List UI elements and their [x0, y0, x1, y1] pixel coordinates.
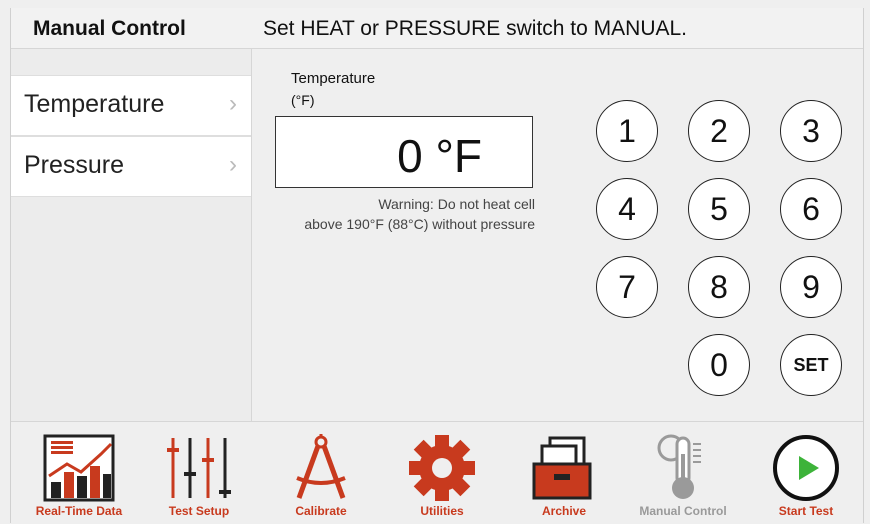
test-setup-button[interactable]: Test Setup [139, 422, 259, 524]
temperature-value: 0 °F [397, 130, 482, 182]
thermometer-gauge-icon [657, 434, 701, 499]
page-title: Manual Control [33, 17, 186, 40]
gear-icon [409, 435, 475, 501]
warning-line-1: Warning: Do not heat cell [378, 196, 535, 212]
warning-text: Warning: Do not heat cell above 190°F (8… [273, 194, 535, 234]
keypad-set-button[interactable]: SET [780, 334, 842, 396]
toolbar-label: Utilities [420, 504, 464, 518]
real-time-data-button[interactable]: Real-Time Data [19, 422, 139, 524]
chevron-right-icon: › [229, 151, 237, 178]
sidebar-item-label: Pressure [24, 151, 125, 179]
keypad-3-button[interactable]: 3 [780, 100, 842, 162]
keypad-2-button[interactable]: 2 [688, 100, 750, 162]
keypad-9-button[interactable]: 9 [780, 256, 842, 318]
toolbar-label: Start Test [778, 504, 834, 518]
sidebar: Temperature › Pressure › [11, 49, 252, 421]
app-frame: Manual Control Set HEAT or PRESSURE swit… [10, 8, 864, 524]
toolbar-label: Real-Time Data [35, 504, 123, 518]
keypad-0-button[interactable]: 0 [688, 334, 750, 396]
utilities-button[interactable]: Utilities [382, 422, 502, 524]
manual-control-button[interactable]: Manual Control [623, 422, 743, 524]
toolbar-label: Archive [541, 504, 587, 518]
keypad-6-button[interactable]: 6 [780, 178, 842, 240]
compass-icon [296, 434, 346, 499]
file-cabinet-icon [532, 436, 592, 500]
chevron-right-icon: › [229, 90, 237, 117]
bottom-toolbar: Real-Time Data Test Setup Calibrate Util… [11, 421, 863, 524]
keypad-8-button[interactable]: 8 [688, 256, 750, 318]
toolbar-label: Manual Control [639, 504, 727, 518]
temperature-display[interactable]: 0 °F [275, 116, 533, 188]
sidebar-item-pressure[interactable]: Pressure › [11, 136, 251, 197]
keypad-1-button[interactable]: 1 [596, 100, 658, 162]
start-test-button[interactable]: Start Test [746, 422, 866, 524]
warning-line-2: above 190°F (88°C) without pressure [304, 216, 535, 232]
sidebar-item-temperature[interactable]: Temperature › [11, 75, 251, 136]
temperature-unit: (°F) [291, 92, 315, 108]
play-icon [773, 435, 839, 501]
toolbar-label: Test Setup [168, 504, 230, 518]
sliders-icon [167, 438, 231, 498]
header-bar: Manual Control Set HEAT or PRESSURE swit… [11, 8, 863, 49]
toolbar-label: Calibrate [295, 504, 347, 518]
keypad-5-button[interactable]: 5 [688, 178, 750, 240]
temperature-label: Temperature [291, 70, 376, 87]
calibrate-button[interactable]: Calibrate [261, 422, 381, 524]
instruction-message: Set HEAT or PRESSURE switch to MANUAL. [263, 17, 688, 40]
keypad-7-button[interactable]: 7 [596, 256, 658, 318]
sidebar-item-label: Temperature [24, 90, 165, 118]
keypad-4-button[interactable]: 4 [596, 178, 658, 240]
archive-button[interactable]: Archive [504, 422, 624, 524]
chart-icon [43, 434, 115, 502]
